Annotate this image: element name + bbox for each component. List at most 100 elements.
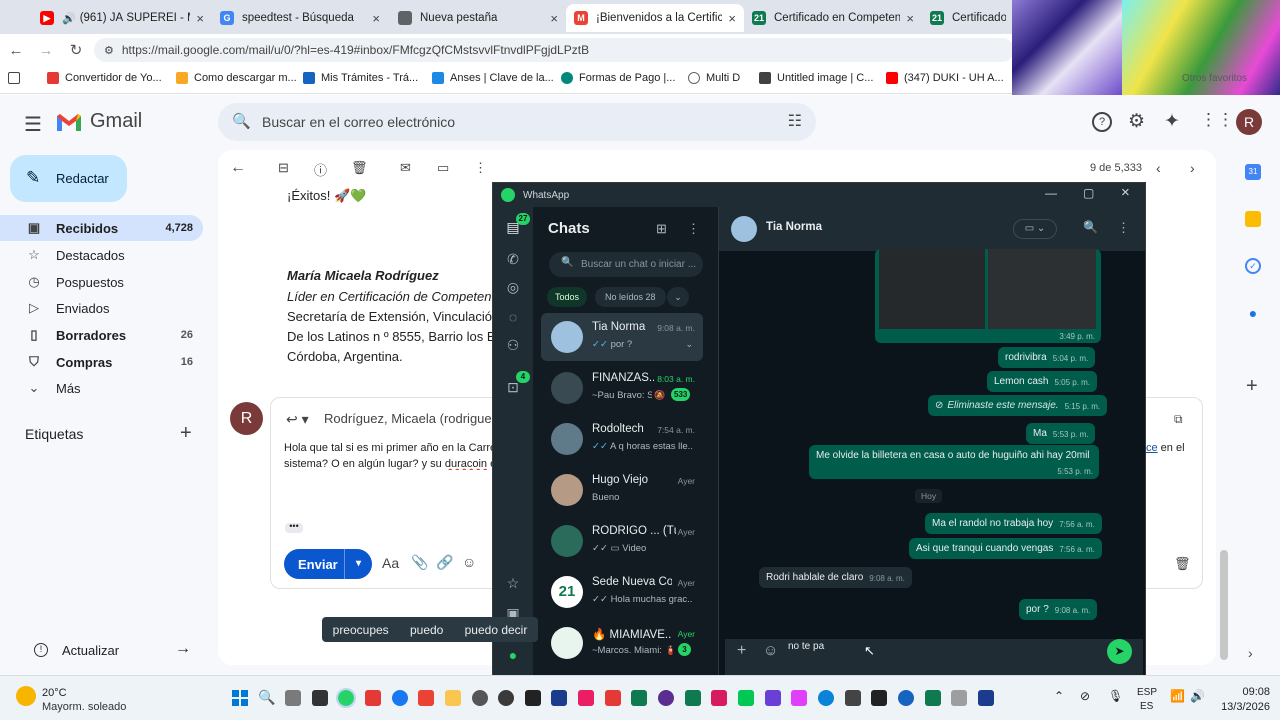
bookmark-item[interactable]: Untitled image | C... — [759, 72, 873, 84]
close-tab-icon[interactable]: × — [550, 11, 558, 26]
bookmark-item[interactable]: Multi D — [688, 72, 740, 84]
chat-search-input[interactable]: 🔍 Buscar un chat o iniciar ... — [549, 252, 703, 277]
main-menu-icon[interactable]: ☰ — [24, 112, 42, 137]
bookmark-item[interactable]: Anses | Clave de la... — [432, 72, 554, 84]
suggestion-item[interactable]: preocupes — [333, 623, 389, 637]
address-bar[interactable]: ⚙ https://mail.google.com/mail/u/0/?hl=e… — [94, 38, 1014, 62]
chat-item[interactable]: Tia Norma 9:08 a. m. ✓✓ por ? ⌄ — [541, 313, 703, 361]
edge-taskbar-icon[interactable] — [818, 690, 834, 706]
weather-temp[interactable]: 20°C — [42, 687, 67, 699]
nav-more[interactable]: ⌄ Más — [0, 375, 203, 401]
taskbar-search-icon[interactable]: 🔍 — [258, 689, 275, 706]
filter-all[interactable]: Todos — [547, 287, 588, 307]
filter-more-icon[interactable]: ⌄ — [667, 287, 689, 307]
browser-tab[interactable]: 21 Certificado en — [922, 4, 1014, 32]
chat-item[interactable]: 21 Sede Nueva Co... Ayer ✓✓ Hola muchas … — [541, 568, 703, 616]
browser-tab[interactable]: ▶ 🔊 (961) JÁ SUPEREI - MC M × — [32, 4, 212, 32]
nav-purchases[interactable]: ⛉ Compras 16 — [0, 349, 203, 375]
facebook-taskbar-icon[interactable] — [392, 690, 408, 706]
reply-recipient[interactable]: Rodríguez, Micaela (rodriguez.m — [324, 411, 492, 426]
add-label-icon[interactable]: + — [180, 422, 192, 445]
attach-plus-icon[interactable]: + — [737, 642, 746, 660]
site-21-taskbar-icon[interactable] — [925, 690, 941, 706]
taskbar-app-icon[interactable] — [898, 690, 914, 706]
emoji-icon[interactable]: ☺ — [763, 642, 778, 659]
tray-overflow-icon[interactable]: ⌃ — [1054, 689, 1064, 703]
nav-starred[interactable]: ☆ Destacados — [0, 242, 203, 268]
suggestion-item[interactable]: puedo — [410, 623, 443, 637]
taskbar-app-icon[interactable] — [472, 690, 488, 706]
message-bubble-out[interactable]: Ma el randol no trabaja hoy 7:56 a. m. — [925, 513, 1102, 534]
site-21-taskbar-icon[interactable] — [685, 690, 701, 706]
shared-image[interactable] — [988, 249, 1096, 329]
reply-icon[interactable]: ↩ ▾ — [286, 411, 309, 428]
taskbar-app-icon[interactable] — [871, 690, 887, 706]
gmail-logo[interactable]: Gmail — [56, 110, 142, 133]
taskbar-app-icon[interactable] — [578, 690, 594, 706]
shared-image[interactable] — [879, 249, 985, 329]
back-icon[interactable]: ← — [4, 38, 28, 62]
message-bubble-in[interactable]: Rodri hablale de claro 9:08 a. m. — [759, 567, 912, 588]
weather-sun-icon[interactable] — [16, 686, 36, 706]
task-view-icon[interactable] — [285, 690, 301, 706]
forward-icon[interactable]: → — [34, 38, 58, 62]
compose-button[interactable]: ✎ Redactar — [10, 155, 127, 202]
browser-tab[interactable]: 21 Certificado en Competencias × — [744, 4, 922, 32]
calls-icon[interactable]: ✆ — [503, 251, 523, 271]
nav-snoozed[interactable]: ◷ Pospuestos — [0, 269, 203, 295]
chat-item[interactable]: 🔥 MIAMIAVE... Ayer ~Marcos. Miami: 🧯 3 — [541, 619, 703, 667]
keep-icon[interactable] — [1245, 211, 1261, 227]
search-options-icon[interactable]: ☷ — [788, 111, 802, 131]
taskbar-app-icon[interactable] — [738, 690, 754, 706]
site-21-taskbar-icon[interactable] — [631, 690, 647, 706]
image-message-bubble[interactable]: 3:49 p. m. — [875, 249, 1101, 343]
settings-gear-icon[interactable]: ⚙ — [1128, 110, 1145, 133]
taskbar-app-icon[interactable] — [951, 690, 967, 706]
youtube-taskbar-icon[interactable] — [365, 690, 381, 706]
message-bubble-out[interactable]: rodrivibra 5:04 p. m. — [998, 347, 1096, 368]
scrollbar[interactable] — [1220, 550, 1228, 660]
taskbar-app-icon[interactable] — [765, 690, 781, 706]
help-icon[interactable]: ? — [1092, 112, 1112, 132]
profile-icon[interactable]: ● — [503, 647, 523, 667]
chat-item[interactable]: Hugo Viejo Ayer Bueno — [541, 466, 703, 514]
taskbar-app-icon[interactable] — [605, 690, 621, 706]
attach-icon[interactable]: 📎 — [411, 554, 428, 571]
update-button[interactable]: ! Actualizar → — [0, 634, 203, 666]
taskbar-app-icon[interactable] — [791, 690, 807, 706]
minimize-icon[interactable]: — — [1045, 186, 1057, 200]
taskbar-app-icon[interactable] — [658, 690, 674, 706]
back-to-inbox-icon[interactable]: ← — [230, 159, 246, 177]
nav-drafts[interactable]: ▯ Borradores 26 — [0, 322, 203, 348]
chat-item[interactable]: Rodoltech 7:54 a. m. ✓✓ A q horas estas … — [541, 415, 703, 463]
suggestion-item[interactable]: puedo decir — [465, 623, 528, 637]
formatting-icon[interactable]: Aa — [382, 555, 399, 571]
archive-icon[interactable]: ⊟ — [278, 160, 289, 176]
microphone-icon[interactable]: 🎙 — [1108, 689, 1123, 703]
taskbar-app-icon[interactable] — [312, 690, 328, 706]
conversation-header[interactable]: Tia Norma ▭ ⌄ 🔍 ⋮ — [719, 207, 1145, 251]
google-apps-icon[interactable]: ⋮⋮ — [1200, 110, 1234, 130]
calendar-icon[interactable]: 31 — [1245, 164, 1261, 180]
browser-tab[interactable]: G speedtest - Búsqueda × — [212, 4, 388, 32]
chat-list-menu-icon[interactable]: ⋮ — [687, 221, 700, 237]
link-icon[interactable]: 🔗 — [436, 554, 453, 571]
expand-panel-icon[interactable]: › — [1248, 645, 1253, 661]
message-bubble-out[interactable]: Asi que tranqui cuando vengas 7:56 a. m. — [909, 538, 1102, 559]
chat-item[interactable]: FINANZAS... 8:03 a. m. ~Pau Bravo: S 🔕 5… — [541, 364, 703, 412]
taskbar-app-icon[interactable] — [498, 690, 514, 706]
close-tab-icon[interactable]: × — [196, 11, 204, 26]
file-explorer-icon[interactable] — [445, 690, 461, 706]
filter-unread[interactable]: No leídos 28 — [595, 287, 666, 307]
channels-icon[interactable]: ◌ — [503, 309, 523, 329]
popout-icon[interactable]: ⧉ — [1174, 412, 1183, 427]
close-tab-icon[interactable]: × — [906, 11, 914, 26]
search-icon[interactable]: 🔍 — [1083, 220, 1098, 234]
reload-icon[interactable]: ↻ — [64, 38, 88, 62]
newer-icon[interactable]: › — [1190, 160, 1195, 176]
nav-sent[interactable]: ▷ Enviados — [0, 295, 203, 321]
mark-unread-icon[interactable]: ✉ — [400, 160, 411, 176]
delete-icon[interactable]: 🗑 — [351, 160, 368, 176]
message-bubble-out[interactable]: Ma 5:53 p. m. — [1026, 423, 1096, 444]
get-addons-icon[interactable]: + — [1246, 375, 1258, 398]
